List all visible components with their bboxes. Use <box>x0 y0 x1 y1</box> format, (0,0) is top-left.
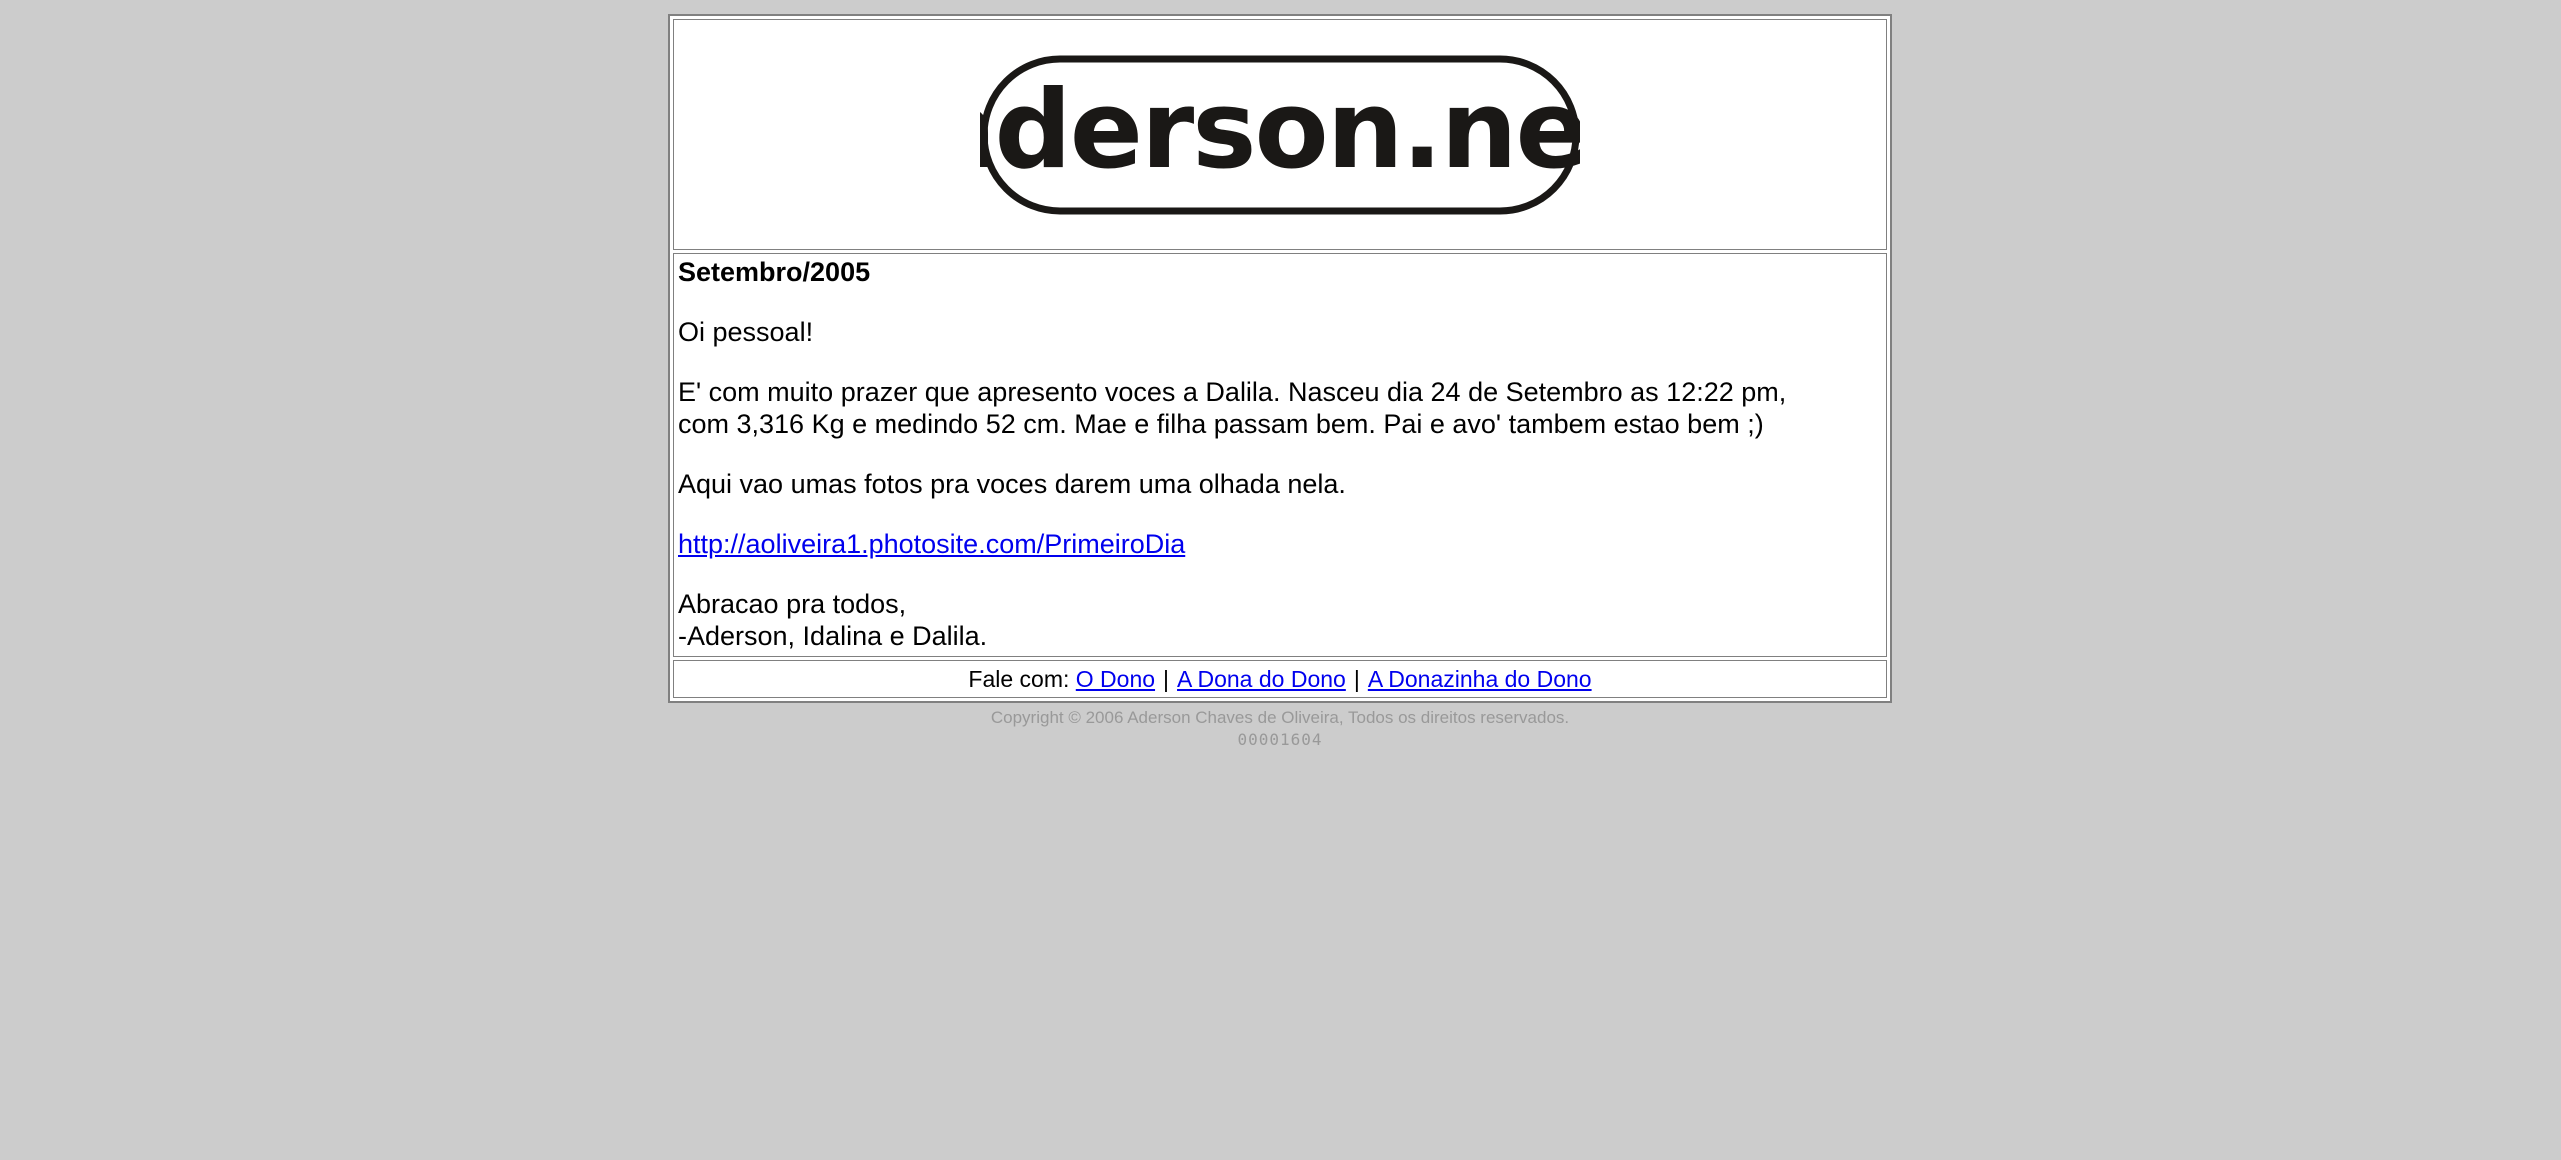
post-paragraph-birth-line1: E' com muito prazer que apresento voces … <box>678 377 1787 407</box>
post-closing: Abracao pra todos, -Aderson, Idalina e D… <box>678 588 1882 652</box>
footer-separator: | <box>1163 665 1170 692</box>
visit-counter: 00001604 <box>1237 730 1323 749</box>
main-table: aderson.net Setembro/2005 Oi pessoal! E'… <box>668 14 1892 703</box>
photo-link-wrapper: http://aoliveira1.photosite.com/Primeiro… <box>678 528 1882 560</box>
footer-separator: | <box>1353 665 1360 692</box>
photo-album-link[interactable]: http://aoliveira1.photosite.com/Primeiro… <box>678 529 1185 559</box>
post-content: Setembro/2005 Oi pessoal! E' com muito p… <box>673 253 1887 657</box>
header-logo-cell: aderson.net <box>673 19 1887 250</box>
post-signature: -Aderson, Idalina e Dalila. <box>678 621 988 651</box>
post-paragraph-birth: E' com muito prazer que apresento voces … <box>678 376 1882 440</box>
contact-link-a-dona-do-dono[interactable]: A Dona do Dono <box>1177 666 1346 693</box>
contact-label: Fale com: <box>968 665 1070 692</box>
post-closing-line1: Abracao pra todos, <box>678 589 907 619</box>
post-greeting: Oi pessoal! <box>678 317 814 347</box>
contact-link-o-dono[interactable]: O Dono <box>1076 666 1155 693</box>
copyright-notice: Copyright © 2006 Aderson Chaves de Olive… <box>990 708 1570 727</box>
contact-footer: Fale com: O Dono | A Dona do Dono | A Donazi… <box>673 660 1887 698</box>
post-paragraph-birth-line2: com 3,316 Kg e medindo 52 cm. Mae e filh… <box>678 409 1764 439</box>
site-logo: aderson.net <box>980 55 1580 214</box>
page-container: aderson.net Setembro/2005 Oi pessoal! E'… <box>668 14 1892 751</box>
contact-link-a-donazinha-do-dono[interactable]: A Donazinha do Dono <box>1368 666 1592 693</box>
post-paragraph-photos: Aqui vao umas fotos pra voces darem uma … <box>678 469 1346 499</box>
post-title: Setembro/2005 <box>678 257 871 287</box>
svg-text:aderson.net: aderson.net <box>980 68 1580 193</box>
